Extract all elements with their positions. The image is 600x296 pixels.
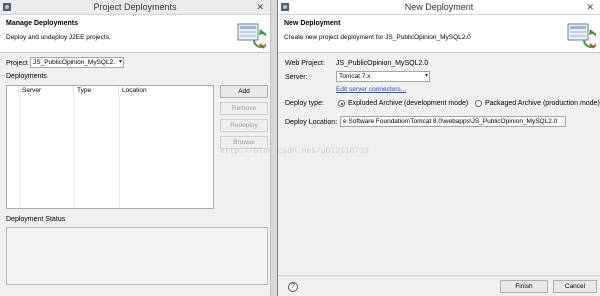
web-project-value: JS_PublicOpinion_MySQL2.0 <box>336 60 429 67</box>
banner-title: Manage Deployments <box>6 20 78 27</box>
titlebar[interactable]: New Deployment ✕ <box>278 0 600 15</box>
chevron-down-icon: ▾ <box>118 59 122 65</box>
column-divider <box>119 96 120 208</box>
table-header-blank <box>7 86 19 96</box>
project-label: Project <box>6 60 28 67</box>
deploy-type-label: Deploy type: <box>285 100 324 107</box>
packaged-archive-radio[interactable] <box>475 100 482 107</box>
server-label: Server: <box>285 74 308 81</box>
remove-button[interactable]: Remove <box>220 102 268 115</box>
add-button[interactable]: Add <box>220 85 268 98</box>
project-select-value: JS_PublicOpinion_MySQL2. <box>33 59 116 66</box>
server-select-value: Tomcat 7.x <box>339 73 371 80</box>
deployments-table[interactable]: Server Type Location <box>6 85 214 209</box>
column-divider <box>19 96 20 208</box>
redeploy-button[interactable]: Redeploy <box>220 119 268 132</box>
column-header-type[interactable]: Type <box>74 86 119 96</box>
exploded-archive-label[interactable]: Exploded Archive (development mode) <box>348 100 468 107</box>
help-icon[interactable]: ? <box>288 282 298 292</box>
column-header-server[interactable]: Server <box>19 86 74 96</box>
banner-description: Deploy and undeploy J2EE projects. <box>6 34 111 41</box>
deploy-location-label: Deploy Location: <box>285 119 338 126</box>
deployment-wizard-icon <box>237 23 266 49</box>
close-icon[interactable]: ✕ <box>586 2 594 13</box>
window-title: Project Deployments <box>93 2 177 12</box>
server-select[interactable]: Tomcat 7.x ▾ <box>336 71 430 82</box>
chevron-down-icon: ▾ <box>424 73 428 79</box>
web-project-label: Web Project: <box>285 60 325 67</box>
window-title: New Deployment <box>404 2 474 12</box>
finish-button[interactable]: Finish <box>500 280 548 293</box>
deployment-status-label: Deployment Status <box>6 216 66 223</box>
watermark-text: http://blog.csdn.net/u012110719 <box>220 147 369 156</box>
close-icon[interactable]: ✕ <box>256 2 264 13</box>
deploy-location-field[interactable]: e Software Foundation\Tomcat 8.0\webapps… <box>340 116 566 127</box>
wizard-banner: New Deployment Create new project deploy… <box>278 15 600 53</box>
dialog-footer: ? Finish Cancel <box>278 275 600 296</box>
column-divider <box>74 96 75 208</box>
project-select[interactable]: JS_PublicOpinion_MySQL2. ▾ <box>30 57 124 68</box>
exploded-archive-radio[interactable] <box>338 100 345 107</box>
edit-server-connectors-link[interactable]: Edit server connectors... <box>336 86 406 93</box>
wizard-banner: Manage Deployments Deploy and undeploy J… <box>0 15 270 53</box>
deployment-wizard-icon <box>567 23 596 49</box>
column-header-location[interactable]: Location <box>119 86 214 96</box>
cancel-button[interactable]: Cancel <box>553 280 597 293</box>
deployment-status-box <box>6 227 268 285</box>
deployments-label: Deployments <box>6 73 47 80</box>
packaged-archive-label[interactable]: Packaged Archive (production mode) <box>485 100 600 107</box>
banner-description: Create new project deployment for JS_Pub… <box>284 34 471 41</box>
banner-title: New Deployment <box>284 20 341 27</box>
titlebar[interactable]: Project Deployments ✕ <box>0 0 270 15</box>
